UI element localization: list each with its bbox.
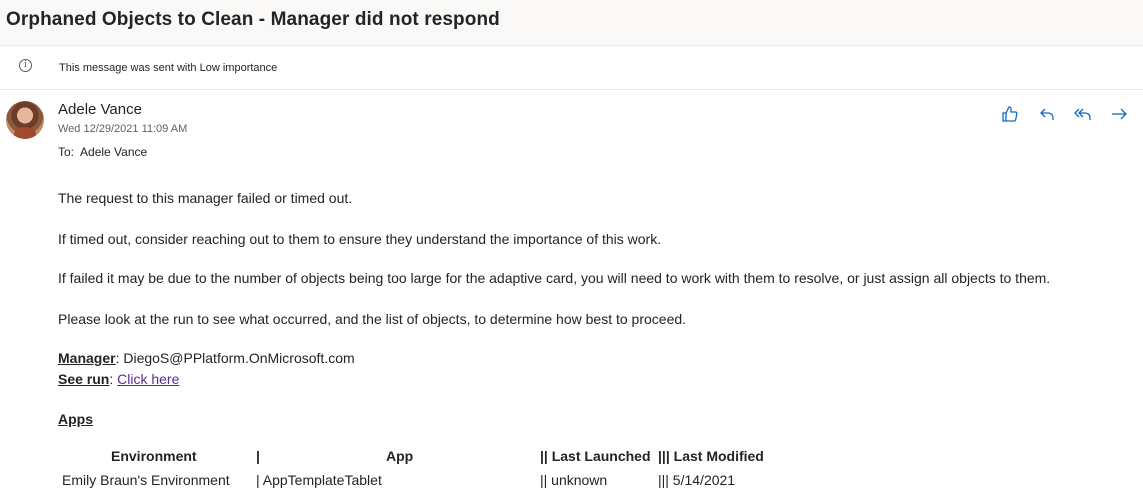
importance-banner: i This message was sent with Low importa… (0, 46, 1143, 90)
manager-value: : DiegoS@PPlatform.OnMicrosoft.com (115, 350, 355, 366)
recipients: To: Adele Vance (58, 145, 147, 159)
reply-icon (1040, 108, 1054, 120)
reply-all-button[interactable] (1073, 104, 1095, 126)
table-header-last-modified: ||| Last Modified (658, 448, 764, 464)
subject-title: Orphaned Objects to Clean - Manager did … (6, 9, 500, 30)
forward-button[interactable] (1109, 104, 1131, 126)
body-paragraph-2: If timed out, consider reaching out to t… (58, 231, 662, 247)
avatar[interactable] (6, 101, 44, 139)
manager-label: Manager (58, 350, 116, 366)
see-run-separator: : (109, 371, 118, 387)
see-run-line: See run: Click here (58, 371, 179, 387)
importance-text: This message was sent with Low importanc… (59, 62, 278, 74)
table-cell-app: | AppTemplateTablet (256, 472, 382, 488)
to-label: To: (58, 145, 75, 159)
see-run-label: See run (58, 371, 110, 387)
table-cell-last-launched: || unknown (540, 472, 608, 488)
click-here-link[interactable]: Click here (117, 371, 179, 387)
table-cell-last-modified: ||| 5/14/2021 (658, 472, 736, 488)
body-paragraph-3: If failed it may be due to the number of… (58, 270, 1051, 286)
table-header-app: App (386, 448, 414, 464)
apps-heading: Apps (58, 411, 93, 427)
table-header-environment: Environment (111, 448, 197, 464)
sender-name[interactable]: Adele Vance (58, 101, 142, 118)
table-header-last-launched: || Last Launched (540, 448, 651, 464)
body-paragraph-4: Please look at the run to see what occur… (58, 311, 687, 327)
reply-all-icon (1074, 108, 1091, 120)
table-header-separator: | (256, 448, 260, 464)
table-cell-environment: Emily Braun's Environment (62, 472, 230, 488)
to-recipient[interactable]: Adele Vance (80, 145, 147, 159)
sent-date: Wed 12/29/2021 11:09 AM (58, 123, 188, 135)
forward-icon (1112, 108, 1127, 120)
body-paragraph-1: The request to this manager failed or ti… (58, 190, 353, 206)
like-button[interactable] (1000, 104, 1022, 126)
manager-line: Manager: DiegoS@PPlatform.OnMicrosoft.co… (58, 350, 355, 366)
subject-bar: Orphaned Objects to Clean - Manager did … (0, 0, 1143, 46)
thumbs-up-icon (1002, 106, 1018, 122)
reply-button[interactable] (1037, 104, 1059, 126)
info-icon: i (19, 59, 32, 72)
